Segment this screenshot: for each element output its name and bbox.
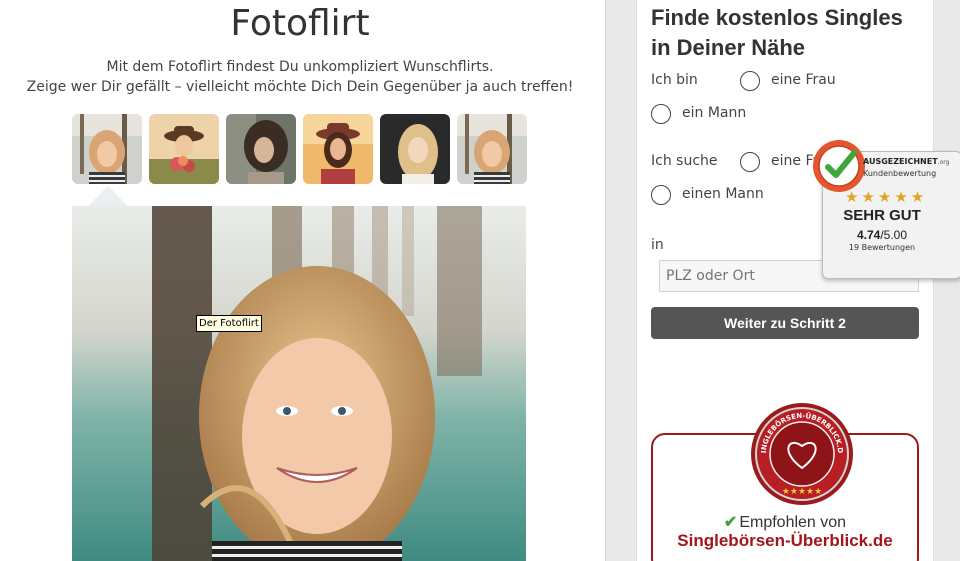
singleboersen-badge-icon: ★★★★★ SINGLEBÖRSEN-ÜBERBLICK.DE [750, 402, 853, 505]
fotoflirt-section: Fotoflirt Mit dem Fotoflirt findest Du u… [0, 0, 605, 561]
photo-thumbnail[interactable] [72, 114, 142, 184]
photo-thumbnail[interactable] [380, 114, 450, 184]
photo-thumbnail[interactable] [226, 114, 296, 184]
radio-i-am-woman[interactable] [740, 71, 760, 91]
rating-grade: SEHR GUT [843, 207, 921, 224]
intro-text: Mit dem Fotoflirt findest Du unkomplizie… [0, 57, 600, 97]
rating-count: 19 Bewertungen [848, 243, 916, 252]
recommendation-box[interactable]: ★★★★★ SINGLEBÖRSEN-ÜBERBLICK.DE ✔Empfohl… [651, 402, 919, 561]
recommended-by-line: ✔ Empfohlen von [653, 512, 917, 532]
i-am-man-label[interactable]: ein Mann [682, 105, 746, 121]
radio-i-am-man[interactable] [651, 104, 671, 124]
radio-looking-for-man[interactable] [651, 185, 671, 205]
i-am-label: Ich bin [651, 72, 698, 88]
looking-for-man-label[interactable]: einen Mann [682, 186, 764, 202]
radio-looking-for-woman[interactable] [740, 152, 760, 172]
recommended-by-text: Empfohlen von [739, 514, 847, 531]
photo-thumbnail[interactable] [457, 114, 527, 184]
location-label: in [651, 237, 664, 253]
rating-widget[interactable]: AUSGEZEICHNET.org Kundenbewertung ★★★★★ … [813, 140, 960, 279]
i-am-woman-label[interactable]: eine Frau [771, 72, 836, 88]
photo-thumbnail-strip [72, 114, 527, 186]
intro-line-2: Zeige wer Dir gefällt – vielleicht möcht… [26, 79, 574, 95]
signup-title: Finde kostenlos Singles in Deiner Nähe [651, 5, 903, 60]
photo-thumbnail[interactable] [149, 114, 219, 184]
looking-for-label: Ich suche [651, 153, 718, 169]
intro-line-1: Mit dem Fotoflirt findest Du unkomplizie… [106, 59, 494, 75]
rating-brand: AUSGEZEICHNET.org [863, 157, 950, 166]
ausgezeichnet-seal-icon [813, 140, 865, 192]
sidebar: Finde kostenlos Singles in Deiner Nähe I… [605, 0, 960, 561]
next-step-button[interactable]: Weiter zu Schritt 2 [651, 307, 919, 339]
rating-subtitle: Kundenbewertung [863, 169, 937, 178]
rating-stars-icon: ★★★★★ [845, 188, 928, 206]
recommender-name: Singlebörsen-Überblick.de [677, 531, 893, 550]
featured-photo[interactable] [72, 206, 526, 561]
page-title: Fotoflirt [230, 3, 370, 44]
photo-thumbnail[interactable] [303, 114, 373, 184]
svg-text:★★★★★: ★★★★★ [782, 487, 822, 497]
tooltip: Der Fotoflirt [196, 315, 262, 332]
rating-score: 4.74/5.00 [856, 228, 908, 242]
signup-panel: Finde kostenlos Singles in Deiner Nähe I… [636, 0, 934, 561]
active-thumbnail-pointer [88, 186, 128, 206]
check-icon: ✔ [723, 514, 738, 531]
